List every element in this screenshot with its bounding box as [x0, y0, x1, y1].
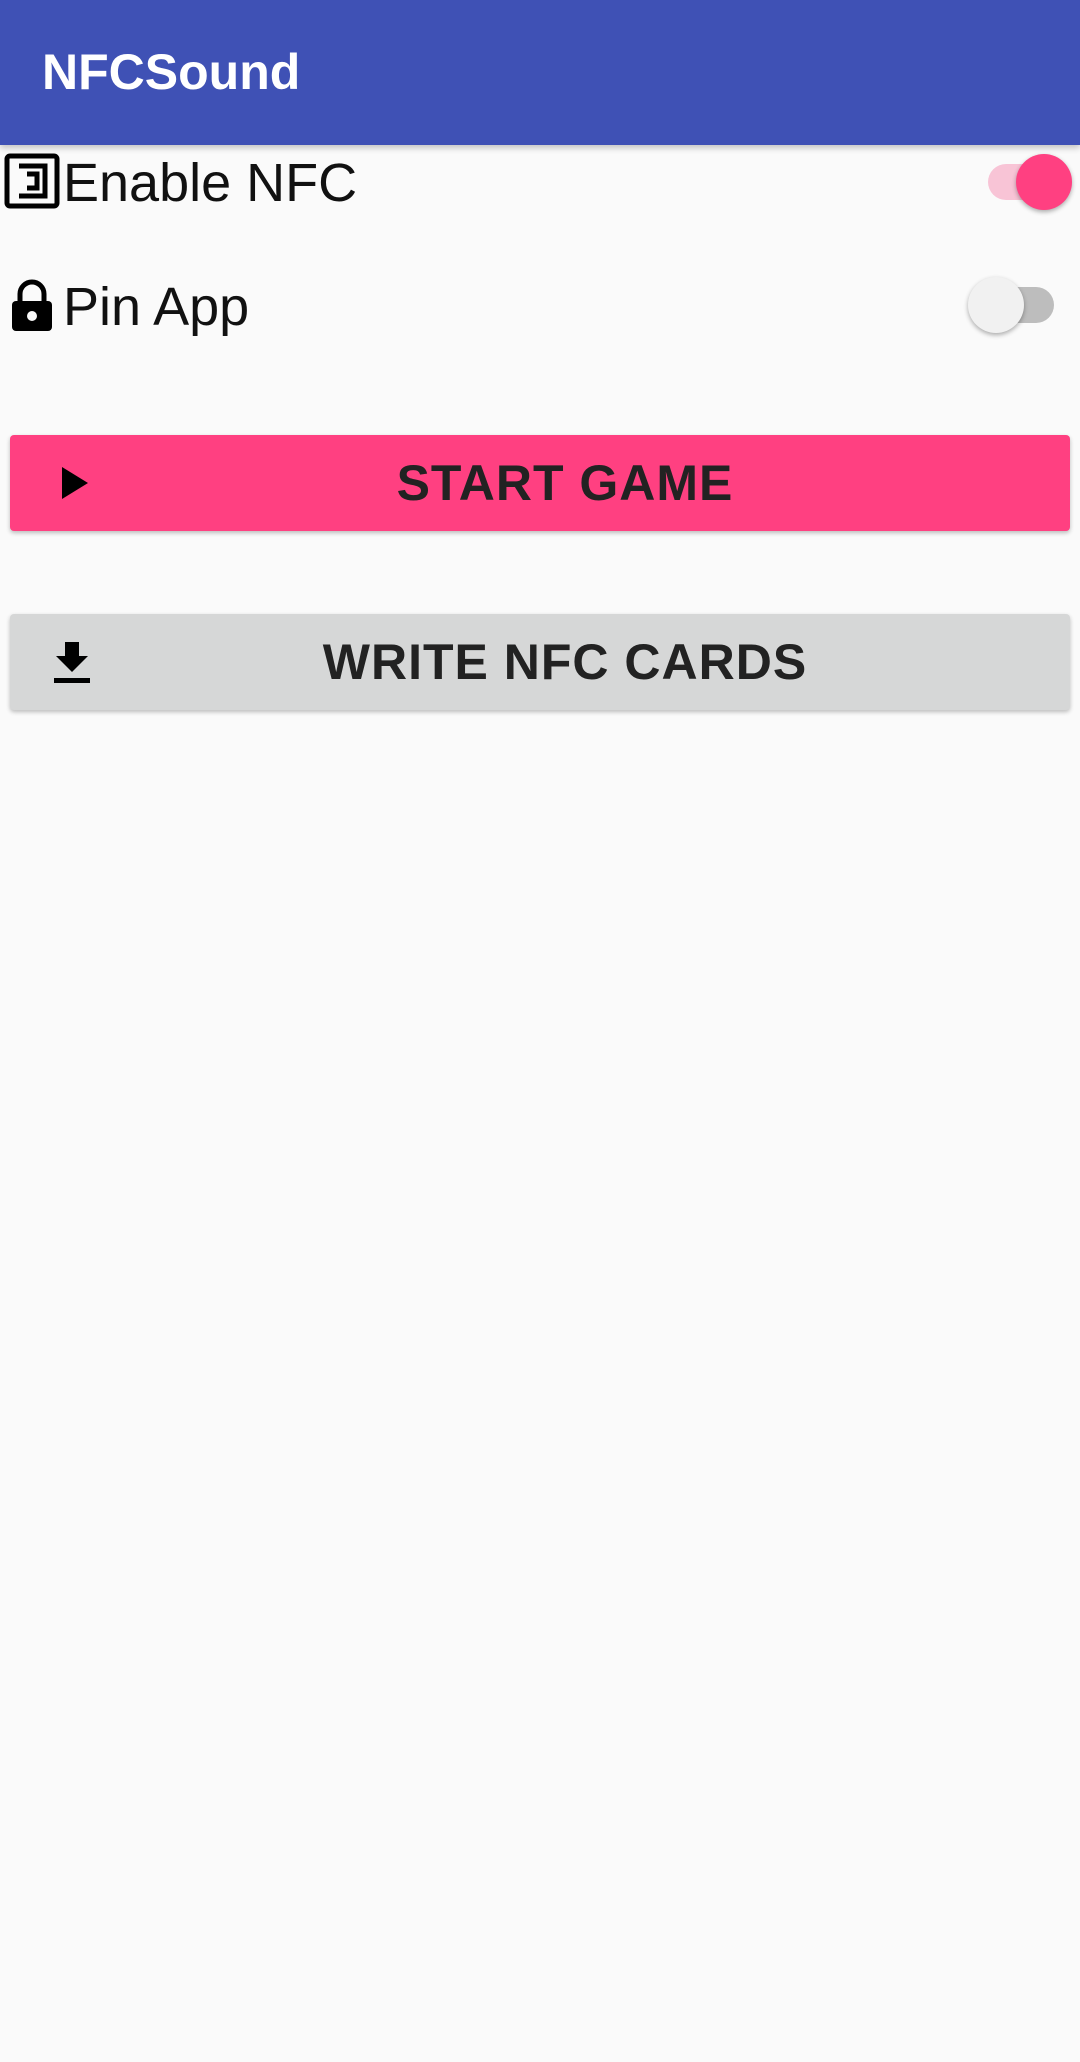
pin-app-label: Pin App	[63, 277, 250, 337]
write-nfc-cards-button[interactable]: WRITE NFC CARDS	[10, 614, 1070, 710]
app-bar: NFCSound	[0, 0, 1080, 145]
switch-thumb	[1016, 154, 1072, 210]
lock-icon	[4, 277, 60, 333]
start-game-button[interactable]: START GAME	[10, 435, 1070, 531]
pin-app-row: Pin App	[0, 252, 1080, 362]
nfc-icon	[4, 153, 60, 209]
switch-thumb	[968, 277, 1024, 333]
pin-app-switch[interactable]	[968, 265, 1054, 345]
app-title: NFCSound	[42, 44, 301, 100]
write-nfc-cards-label: WRITE NFC CARDS	[322, 634, 808, 690]
enable-nfc-switch[interactable]	[988, 142, 1072, 222]
start-game-label: START GAME	[396, 455, 734, 511]
